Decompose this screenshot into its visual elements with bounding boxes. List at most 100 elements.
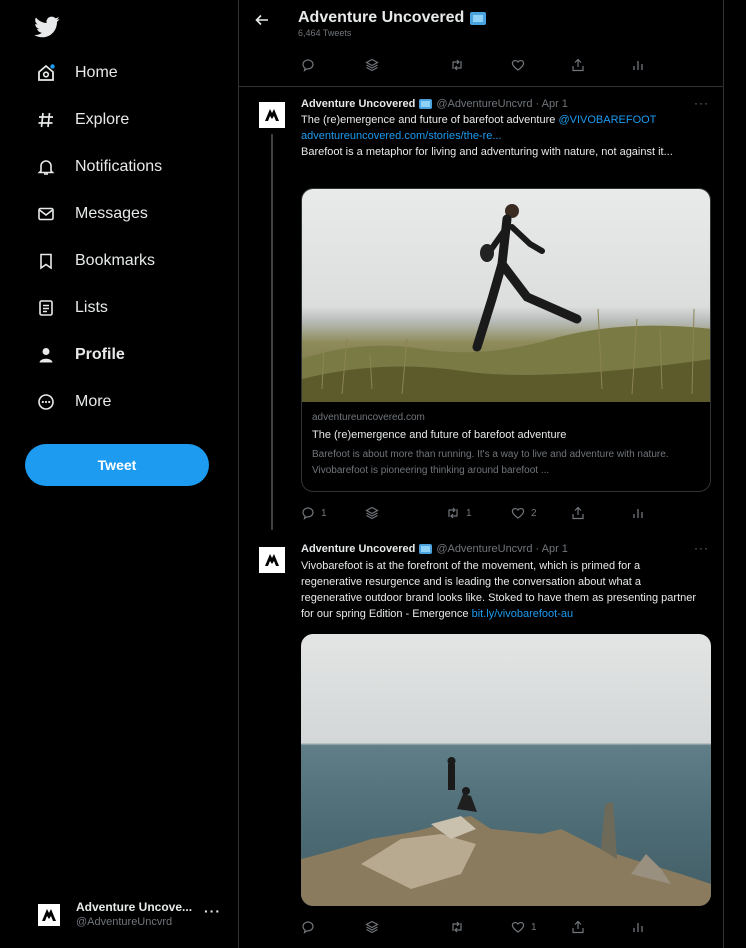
url-link[interactable]: bit.ly/vivobarefoot-au	[472, 608, 574, 620]
nav-notifications[interactable]: Notifications	[36, 149, 162, 185]
nav-explore-label: Explore	[75, 111, 130, 128]
layers-icon	[365, 58, 379, 72]
nav-home[interactable]: Home	[36, 55, 118, 91]
tweet-author-name[interactable]: Adventure Uncovered	[301, 98, 415, 110]
column-divider	[723, 0, 724, 948]
tweet-meta: @AdventureUncvrd · Apr 1	[436, 98, 568, 110]
nav-bookmarks-label: Bookmarks	[75, 252, 156, 269]
tweet-text: The (re)emergence and future of barefoot…	[301, 114, 673, 158]
envelope-icon	[36, 204, 56, 224]
like-count: 2	[531, 507, 537, 519]
stack-button[interactable]	[365, 920, 379, 934]
analytics-button[interactable]	[631, 920, 645, 934]
bar-chart-icon	[633, 61, 643, 70]
person-icon	[36, 345, 56, 365]
retweet-icon	[452, 59, 462, 71]
bell-icon	[36, 157, 56, 177]
share-icon	[572, 58, 584, 72]
brand-logo-icon	[265, 109, 279, 121]
like-button[interactable]	[511, 58, 525, 72]
back-arrow-icon[interactable]	[254, 12, 270, 28]
analytics-button[interactable]	[631, 506, 645, 520]
tweet-more-icon[interactable]: ···	[694, 96, 709, 110]
home-icon	[36, 63, 56, 83]
stack-button[interactable]	[365, 506, 379, 520]
account-name: Adventure Uncove...	[76, 900, 193, 914]
like-button[interactable]: 1	[511, 920, 537, 934]
bookmark-icon	[36, 251, 56, 271]
mention-link[interactable]: @VIVOBAREFOOT	[558, 114, 656, 126]
tweet-text: Vivobarefoot is at the forefront of the …	[301, 560, 697, 620]
nav-messages-label: Messages	[75, 205, 148, 222]
account-avatar	[38, 904, 60, 926]
sidebar: Home Explore Notifications Messages Book…	[0, 0, 238, 948]
url-link[interactable]: adventureuncovered.com/stories/the-re...	[301, 130, 502, 142]
main-timeline: Adventure Uncovered 6,464 Tweets Adventu…	[239, 0, 723, 948]
retweet-button[interactable]	[450, 58, 464, 72]
account-handle: @AdventureUncvrd	[76, 916, 173, 928]
nav-messages[interactable]: Messages	[36, 196, 148, 232]
retweet-count: 1	[466, 507, 472, 519]
card-title: The (re)emergence and future of barefoot…	[312, 429, 567, 441]
runner-image	[302, 204, 710, 402]
nav-lists-label: Lists	[75, 299, 108, 316]
nav-explore[interactable]: Explore	[36, 102, 129, 138]
prev-tweet-actions	[239, 50, 723, 80]
layers-icon	[365, 920, 379, 934]
reply-icon	[302, 59, 314, 72]
account-switcher[interactable]: Adventure Uncove... @AdventureUncvrd ···	[38, 895, 228, 935]
tweet-button[interactable]: Tweet	[25, 444, 209, 486]
tweet-avatar[interactable]	[259, 547, 285, 573]
like-button[interactable]: 2	[511, 506, 537, 520]
share-icon	[572, 920, 584, 934]
retweet-button[interactable]: 1	[446, 506, 472, 520]
retweet-button[interactable]	[450, 920, 464, 934]
reply-button[interactable]: 1	[301, 506, 327, 520]
tweet-count: 6,464 Tweets	[298, 28, 352, 38]
coast-photo[interactable]	[301, 634, 711, 906]
coast-image	[301, 757, 711, 906]
layers-icon	[365, 506, 379, 520]
list-icon	[36, 298, 56, 318]
twitter-bird-logo-icon[interactable]	[33, 14, 61, 40]
reply-count: 1	[321, 507, 327, 519]
brand-logo-icon	[265, 554, 279, 566]
nav-more[interactable]: More	[36, 384, 111, 420]
tweet-avatar[interactable]	[259, 102, 285, 128]
tweet-author-name[interactable]: Adventure Uncovered	[301, 543, 415, 555]
nav-profile[interactable]: Profile	[36, 337, 125, 373]
tweet-more-icon[interactable]: ···	[694, 541, 709, 555]
share-button[interactable]	[571, 506, 585, 520]
heart-icon	[511, 507, 525, 519]
stack-button[interactable]	[365, 58, 379, 72]
tweet-item[interactable]: Adventure Uncovered @AdventureUncvrd · A…	[239, 541, 723, 948]
link-preview-card[interactable]: adventureuncovered.com The (re)emergence…	[301, 188, 711, 492]
profile-header: Adventure Uncovered 6,464 Tweets	[239, 0, 723, 44]
share-icon	[572, 506, 584, 520]
reply-button[interactable]	[301, 920, 315, 934]
nav-lists[interactable]: Lists	[36, 290, 108, 326]
share-button[interactable]	[571, 920, 585, 934]
reply-icon	[302, 921, 314, 934]
account-more-icon[interactable]: ···	[204, 903, 221, 919]
brand-logo-icon	[42, 909, 56, 921]
heart-icon	[511, 921, 525, 933]
tweet-item[interactable]: Adventure Uncovered @AdventureUncvrd · A…	[239, 96, 723, 536]
world-map-icon	[470, 11, 487, 25]
retweet-icon	[448, 507, 458, 519]
tweet-meta: @AdventureUncvrd · Apr 1	[436, 543, 568, 555]
more-circle-icon	[36, 392, 56, 412]
nav-bookmarks[interactable]: Bookmarks	[36, 243, 155, 279]
share-button[interactable]	[571, 58, 585, 72]
card-domain: adventureuncovered.com	[312, 412, 425, 423]
card-description: Barefoot is about more than running. It'…	[312, 449, 669, 476]
bar-chart-icon	[633, 509, 643, 518]
analytics-button[interactable]	[631, 58, 645, 72]
thread-line	[271, 134, 273, 530]
nav-notifications-label: Notifications	[75, 158, 163, 175]
reply-icon	[302, 507, 314, 520]
runner-photo	[302, 189, 710, 402]
bar-chart-icon	[633, 923, 643, 932]
page-title: Adventure Uncovered	[298, 9, 465, 26]
reply-button[interactable]	[301, 58, 315, 72]
